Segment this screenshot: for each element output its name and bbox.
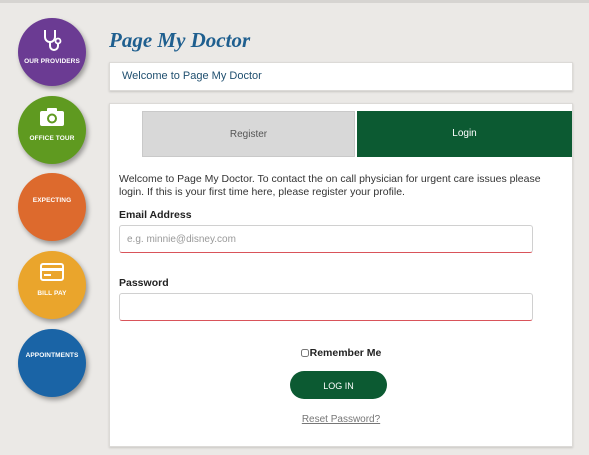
nav-expecting[interactable]: EXPECTING (18, 173, 86, 241)
remember-me: Remember Me (110, 347, 572, 359)
tab-register[interactable]: Register (142, 111, 355, 157)
remember-me-checkbox[interactable] (300, 349, 309, 358)
welcome-text: Welcome to Page My Doctor (122, 70, 262, 82)
nav-label: BILL PAY (37, 290, 67, 297)
nav-office-tour[interactable]: OFFICE TOUR (18, 96, 86, 164)
nav-label: EXPECTING (32, 197, 72, 204)
nav-label: OUR PROVIDERS (24, 58, 80, 65)
nav-label: APPOINTMENTS (25, 352, 79, 359)
welcome-banner: Welcome to Page My Doctor (109, 62, 573, 91)
nav-our-providers[interactable]: OUR PROVIDERS (18, 18, 86, 86)
nav-appointments[interactable]: APPOINTMENTS (18, 329, 86, 397)
reset-password-link[interactable]: Reset Password? (110, 414, 572, 425)
password-field[interactable] (119, 293, 533, 321)
email-field[interactable] (119, 225, 533, 253)
tab-login[interactable]: Login (357, 111, 572, 157)
top-border (0, 0, 589, 3)
intro-text: Welcome to Page My Doctor. To contact th… (119, 173, 541, 198)
password-label: Password (119, 277, 169, 289)
login-button[interactable]: LOG IN (290, 371, 387, 399)
page-title: Page My Doctor (109, 28, 251, 52)
stethoscope-icon (41, 28, 63, 57)
login-panel: Register Login Welcome to Page My Doctor… (109, 103, 573, 447)
nav-bill-pay[interactable]: BILL PAY (18, 251, 86, 319)
remember-me-label: Remember Me (309, 347, 382, 359)
email-label: Email Address (119, 209, 192, 221)
credit-card-icon (40, 263, 64, 286)
nav-label: OFFICE TOUR (29, 135, 75, 142)
camera-icon (39, 107, 65, 132)
